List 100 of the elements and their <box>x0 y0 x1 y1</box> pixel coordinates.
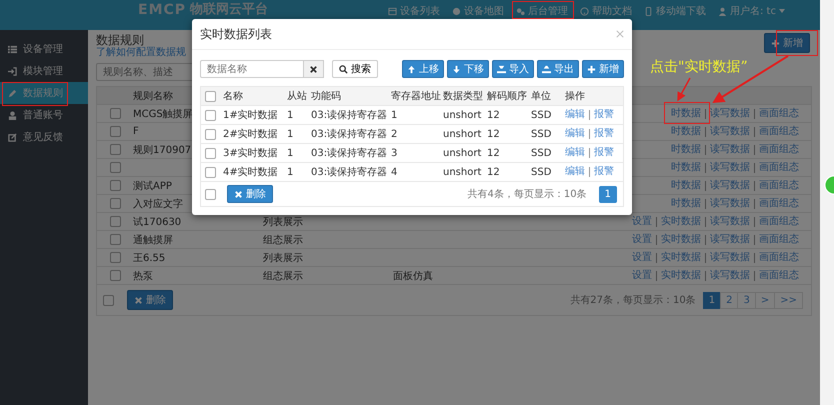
table-cell: 试170630 <box>133 216 182 228</box>
sidebar-item[interactable]: 普通账号 <box>0 104 88 126</box>
sidebar-item[interactable]: 模块管理 <box>0 60 88 82</box>
checkbox[interactable] <box>204 188 216 200</box>
delete-button[interactable]: 删除 <box>127 290 173 310</box>
checkbox[interactable] <box>110 198 120 209</box>
action-link[interactable]: 画面组态 <box>754 144 803 154</box>
toolbar-button[interactable]: 导入 <box>492 60 534 78</box>
action-link[interactable]: 时数据 <box>667 144 705 154</box>
checkbox[interactable] <box>110 216 120 227</box>
table-cell: 面板仿真 <box>393 270 433 282</box>
arrow-icon <box>452 64 461 74</box>
toolbar-button[interactable]: 下移 <box>447 60 489 78</box>
checkbox[interactable] <box>204 166 216 178</box>
action-link[interactable]: 读写数据 <box>705 162 754 172</box>
action-link[interactable]: 读写数据 <box>705 180 754 190</box>
table-cell: 12 <box>487 110 500 120</box>
toolbar-button[interactable]: 上移 <box>402 60 444 78</box>
toolbar-button[interactable]: 导出 <box>537 60 579 78</box>
checkbox[interactable] <box>204 148 216 158</box>
action-link[interactable]: 读写数据 <box>705 216 754 226</box>
action-link[interactable]: 报警 <box>589 129 618 139</box>
table-cell: 1 <box>287 166 294 178</box>
help-icon <box>580 6 589 16</box>
checkbox[interactable] <box>204 110 216 120</box>
action-link[interactable]: 实时数据 <box>656 216 705 226</box>
page-link[interactable]: 2 <box>720 292 738 308</box>
action-link[interactable]: 实时数据 <box>656 270 705 280</box>
help-link[interactable]: 了解如何配置数据规 <box>96 47 186 59</box>
action-link[interactable]: 读写数据 <box>705 252 754 262</box>
action-link[interactable]: 读写数据 <box>705 234 754 244</box>
action-link[interactable]: 时数据 <box>667 198 705 208</box>
action-link[interactable]: 画面组态 <box>754 126 803 136</box>
table-cell: 通触摸屏 <box>133 234 173 246</box>
table-cell: 1 <box>287 148 294 158</box>
checkbox[interactable] <box>204 128 216 140</box>
close-icon[interactable] <box>616 30 624 38</box>
action-link[interactable]: 编辑 <box>565 110 589 120</box>
action-link[interactable]: 设置 <box>628 270 656 280</box>
action-link[interactable]: 读写数据 <box>705 108 754 118</box>
checkbox[interactable] <box>110 144 120 155</box>
checkbox[interactable] <box>110 162 120 173</box>
sidebar-item[interactable]: 数据规则 <box>0 82 88 104</box>
sidebar-item[interactable]: 意见反馈 <box>0 126 88 148</box>
checkbox[interactable] <box>110 234 120 245</box>
action-link[interactable]: 报警 <box>589 110 618 120</box>
action-link[interactable]: 报警 <box>589 148 618 158</box>
table-cell: 组态展示 <box>263 270 303 282</box>
nav-link[interactable]: 后台管理 <box>516 4 568 18</box>
action-link[interactable]: 编辑 <box>565 129 589 139</box>
action-link[interactable]: 画面组态 <box>754 198 803 208</box>
action-link[interactable]: 时数据 <box>667 108 705 118</box>
sidebar-item[interactable]: 设备管理 <box>0 38 88 60</box>
action-link[interactable]: 编辑 <box>565 167 589 177</box>
user-menu[interactable]: 用户名: tc <box>718 4 785 18</box>
action-link[interactable]: 时数据 <box>667 162 705 172</box>
action-link[interactable]: 画面组态 <box>754 180 803 190</box>
action-link[interactable]: 画面组态 <box>754 162 803 172</box>
page-link[interactable]: > <box>754 292 776 308</box>
nav-link[interactable]: 帮助文档 <box>580 4 632 18</box>
page-link[interactable]: 1 <box>598 186 617 202</box>
action-link[interactable]: 设置 <box>628 252 656 262</box>
page-link[interactable]: 3 <box>737 292 756 308</box>
search-field[interactable]: 数据名称 <box>200 60 304 78</box>
action-link[interactable]: 实时数据 <box>656 234 705 244</box>
action-link[interactable]: 报警 <box>589 167 618 177</box>
toolbar-button[interactable]: 新增 <box>582 60 624 78</box>
close-icon <box>134 296 143 304</box>
action-link[interactable]: 画面组态 <box>754 234 803 244</box>
action-link[interactable]: 时数据 <box>667 126 705 136</box>
tray-icon <box>497 64 506 74</box>
page-link[interactable]: 1 <box>702 292 722 308</box>
action-link[interactable]: 时数据 <box>667 180 705 190</box>
action-link[interactable]: 实时数据 <box>656 252 705 262</box>
search-button[interactable]: 搜索 <box>332 60 378 78</box>
nav-link[interactable]: 设备地图 <box>452 4 504 18</box>
clear-button[interactable] <box>304 60 324 78</box>
nav-link[interactable]: 设备列表 <box>388 4 440 18</box>
checkbox[interactable] <box>110 270 120 281</box>
checkbox[interactable] <box>110 126 120 137</box>
checkbox[interactable] <box>102 294 114 306</box>
add-button[interactable]: 新增 <box>764 33 810 53</box>
action-link[interactable]: 读写数据 <box>705 270 754 280</box>
action-link[interactable]: 设置 <box>628 216 656 226</box>
action-link[interactable]: 画面组态 <box>754 108 803 118</box>
checkbox[interactable] <box>110 252 120 263</box>
action-link[interactable]: 读写数据 <box>705 144 754 154</box>
action-link[interactable]: 画面组态 <box>754 216 803 226</box>
page-link[interactable]: >> <box>774 292 803 308</box>
action-link[interactable]: 读写数据 <box>705 126 754 136</box>
checkbox[interactable] <box>110 108 120 119</box>
checkbox[interactable] <box>204 90 216 102</box>
checkbox[interactable] <box>110 180 120 191</box>
action-link[interactable]: 编辑 <box>565 148 589 158</box>
action-link[interactable]: 画面组态 <box>754 270 803 280</box>
action-link[interactable]: 画面组态 <box>754 252 803 262</box>
action-link[interactable]: 读写数据 <box>705 198 754 208</box>
nav-link[interactable]: 移动端下载 <box>644 4 706 18</box>
action-link[interactable]: 设置 <box>628 234 656 244</box>
delete-button[interactable]: 删除 <box>227 185 273 203</box>
